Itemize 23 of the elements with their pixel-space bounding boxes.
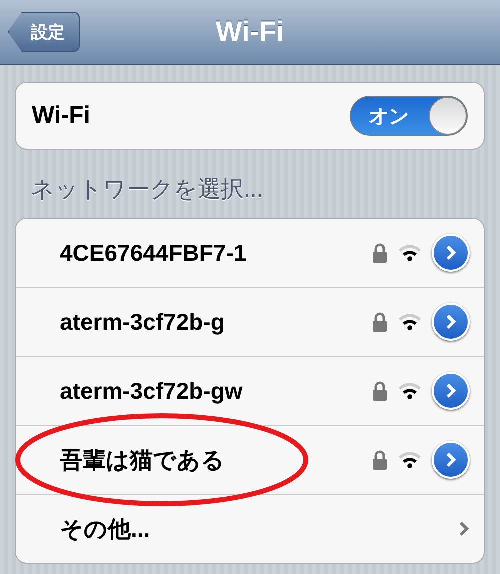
chevron-icon [444, 383, 458, 399]
network-name[interactable]: 吾輩は猫である [60, 444, 372, 476]
wifi-signal-icon [398, 313, 422, 331]
network-name[interactable]: aterm-3cf72b-gw [60, 378, 372, 404]
detail-disclosure-button[interactable] [432, 441, 470, 479]
detail-disclosure-button[interactable] [432, 234, 470, 272]
wifi-signal-icon [398, 382, 422, 400]
back-button[interactable]: 設定 [8, 12, 80, 52]
network-name[interactable]: aterm-3cf72b-g [60, 308, 372, 336]
chevron-icon [444, 314, 458, 330]
network-name[interactable]: 4CE67644FBF7-1 [60, 240, 372, 266]
chevron-icon [458, 520, 470, 538]
detail-disclosure-button[interactable] [432, 303, 470, 341]
chevron-icon [444, 245, 458, 261]
wifi-toggle[interactable]: オン [350, 96, 468, 136]
wifi-label: Wi-Fi [32, 102, 90, 130]
wifi-signal-icon [398, 451, 422, 469]
wifi-signal-icon [398, 244, 422, 262]
section-header: ネットワークを選択... [30, 175, 264, 204]
chevron-icon [444, 452, 458, 468]
other-network-item[interactable]: その他... [60, 514, 458, 544]
nav-title: Wi-Fi [216, 16, 284, 48]
detail-disclosure-button[interactable] [432, 372, 470, 410]
